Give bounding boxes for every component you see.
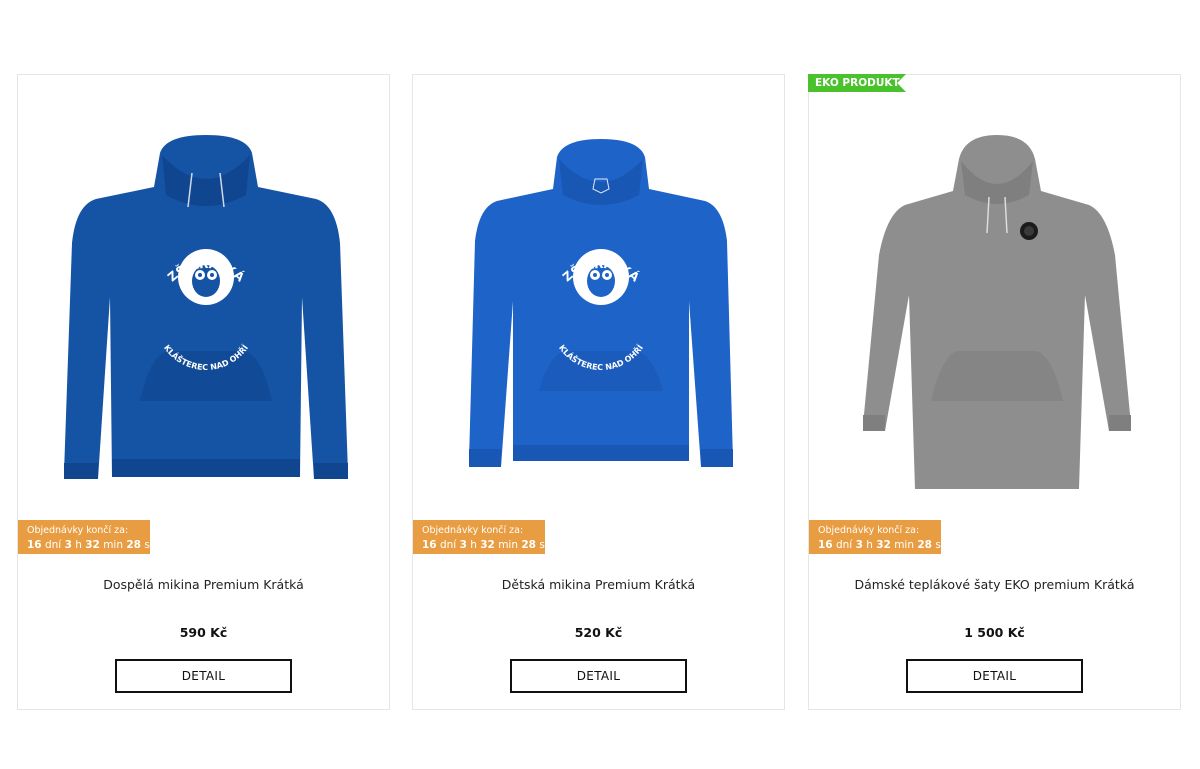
countdown-time: 16 dní 3 h 32 min 28 s: [818, 539, 941, 551]
product-image[interactable]: ZŠ KRÁTKÁ KLÁŠTEREC NAD OHŘÍ: [48, 125, 361, 505]
order-countdown: Objednávky končí za: 16 dní 3 h 32 min 2…: [809, 520, 941, 554]
product-card[interactable]: ZŠ KRÁTKÁ KLÁŠTEREC NAD OHŘÍ Objednávky …: [412, 74, 785, 710]
product-name[interactable]: Dětská mikina Premium Krátká: [413, 577, 784, 593]
product-price: 590 Kč: [179, 625, 228, 640]
countdown-label: Objednávky končí za:: [422, 525, 524, 536]
product-grid: ZŠ KRÁTKÁ KLÁŠTEREC NAD OHŘÍ Objednávky …: [17, 74, 1181, 710]
countdown-time: 16 dní 3 h 32 min 28 s: [422, 539, 545, 551]
order-countdown: Objednávky končí za: 16 dní 3 h 32 min 2…: [413, 520, 545, 554]
detail-button[interactable]: DETAIL: [906, 659, 1083, 693]
countdown-label: Objednávky končí za:: [818, 525, 920, 536]
product-image[interactable]: ZŠ KRÁTKÁ KLÁŠTEREC NAD OHŘÍ: [443, 125, 756, 505]
detail-button[interactable]: DETAIL: [510, 659, 687, 693]
countdown-label: Objednávky končí za:: [27, 525, 129, 536]
countdown-time: 16 dní 3 h 32 min 28 s: [27, 539, 150, 551]
order-countdown: Objednávky končí za: 16 dní 3 h 32 min 2…: [18, 520, 150, 554]
product-price: 1 500 Kč: [964, 625, 1025, 640]
product-price: 520 Kč: [574, 625, 623, 640]
product-name[interactable]: Dospělá mikina Premium Krátká: [18, 577, 389, 593]
product-image[interactable]: [839, 125, 1152, 505]
product-card[interactable]: ZŠ KRÁTKÁ KLÁŠTEREC NAD OHŘÍ Objednávky …: [17, 74, 390, 710]
product-name[interactable]: Dámské teplákové šaty EKO premium Krátká: [809, 577, 1180, 593]
eko-product-badge: EKO PRODUKT: [808, 74, 906, 92]
product-card[interactable]: EKO PRODUKT Objednávky končí za: 16 dní …: [808, 74, 1181, 710]
detail-button[interactable]: DETAIL: [115, 659, 292, 693]
